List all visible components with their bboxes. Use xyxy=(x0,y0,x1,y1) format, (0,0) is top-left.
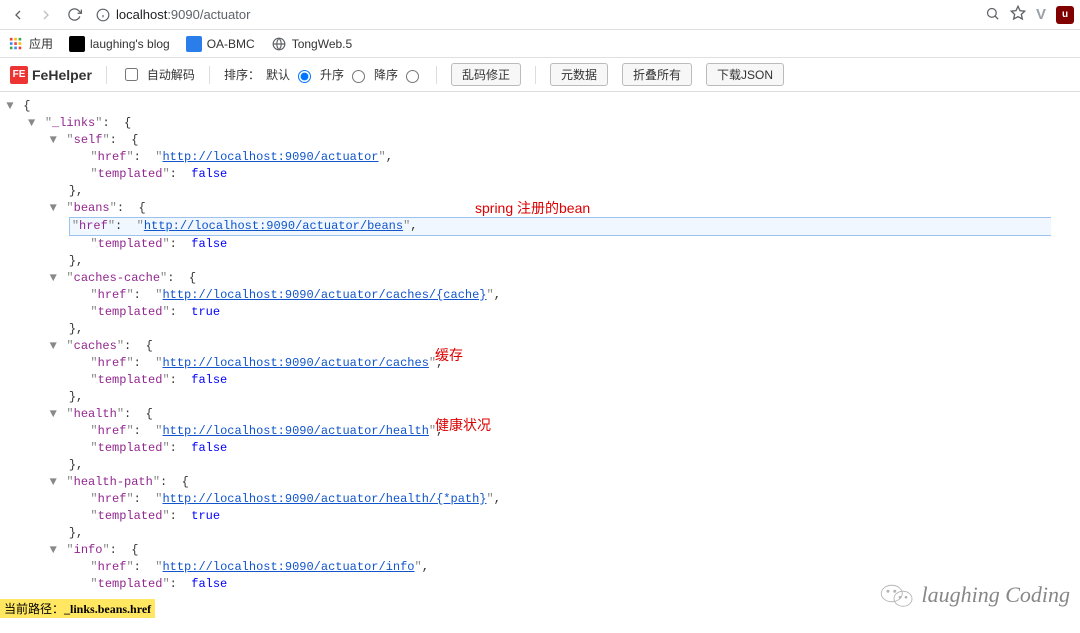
zoom-icon[interactable] xyxy=(985,6,1000,24)
sort-label: 排序： xyxy=(224,66,260,83)
bookmark-label: OA-BMC xyxy=(207,37,255,51)
json-key: href xyxy=(98,424,127,438)
caret-icon[interactable]: ▼ xyxy=(47,338,59,355)
fix-encoding-button[interactable]: 乱码修正 xyxy=(451,63,521,86)
bookmark-item[interactable]: OA-BMC xyxy=(186,36,255,52)
json-key: href xyxy=(98,288,127,302)
ublock-icon[interactable]: u xyxy=(1056,6,1074,24)
sort-desc-radio[interactable]: 降序 xyxy=(374,66,422,83)
json-link[interactable]: http://localhost:9090/actuator/health/{*… xyxy=(162,492,486,506)
reload-button[interactable] xyxy=(62,3,86,27)
json-key: href xyxy=(98,150,127,164)
json-key: templated xyxy=(98,237,163,251)
json-bool: false xyxy=(191,237,227,251)
json-key: templated xyxy=(98,167,163,181)
json-key: templated xyxy=(98,373,163,387)
apps-button[interactable]: 应用 xyxy=(8,35,53,52)
path-label: 当前路径： xyxy=(4,602,64,616)
extension-v-icon[interactable]: V xyxy=(1036,6,1046,23)
json-link[interactable]: http://localhost:9090/actuator xyxy=(162,150,378,164)
json-key: templated xyxy=(98,305,163,319)
json-key: templated xyxy=(98,577,163,591)
caret-icon[interactable]: ▼ xyxy=(47,474,59,491)
json-key: templated xyxy=(98,441,163,455)
bookmark-item[interactable]: TongWeb.5 xyxy=(271,36,353,52)
path-value: _links.beans.href xyxy=(64,602,151,616)
annotation-health: 健康状况 xyxy=(435,417,491,434)
caret-icon[interactable]: ▼ xyxy=(47,200,59,217)
annotation-caches: 缓存 xyxy=(435,347,463,364)
auto-decode-label: 自动解码 xyxy=(147,66,195,83)
json-key: href xyxy=(98,356,127,370)
json-link[interactable]: http://localhost:9090/actuator/beans xyxy=(144,219,403,233)
json-bool: true xyxy=(191,305,220,319)
caret-icon[interactable]: ▼ xyxy=(47,270,59,287)
back-button[interactable] xyxy=(6,3,30,27)
fehelper-badge-icon: FE xyxy=(10,66,28,84)
caret-icon[interactable]: ▼ xyxy=(47,132,59,149)
json-key: templated xyxy=(98,509,163,523)
url-host: localhost xyxy=(116,7,167,22)
sort-default-radio[interactable]: 默认 xyxy=(266,66,314,83)
json-key: beans xyxy=(74,201,110,215)
json-bool: false xyxy=(191,167,227,181)
caret-icon[interactable]: ▼ xyxy=(47,542,59,559)
bookmark-label: TongWeb.5 xyxy=(292,37,353,51)
bookmark-favicon xyxy=(186,36,202,52)
metadata-button[interactable]: 元数据 xyxy=(550,63,608,86)
caret-icon[interactable]: ▼ xyxy=(4,98,16,115)
bookmarks-bar: 应用 laughing's blog OA-BMC TongWeb.5 xyxy=(0,30,1080,58)
json-viewer: ▼ { ▼ "_links": { ▼ "self": { "href": "h… xyxy=(0,92,1080,633)
download-json-button[interactable]: 下载JSON xyxy=(706,63,784,86)
json-link[interactable]: http://localhost:9090/actuator/caches/{c… xyxy=(162,288,486,302)
json-key: caches-cache xyxy=(74,271,160,285)
bookmark-star-icon[interactable] xyxy=(1010,5,1026,24)
json-bool: false xyxy=(191,373,227,387)
bookmark-favicon xyxy=(69,36,85,52)
annotation-beans: spring 注册的bean xyxy=(475,200,590,217)
site-info-icon[interactable] xyxy=(96,8,110,22)
json-bool: false xyxy=(191,577,227,591)
json-key: info xyxy=(74,543,103,557)
forward-button[interactable] xyxy=(34,3,58,27)
current-path-indicator: 当前路径：_links.beans.href xyxy=(0,599,155,618)
json-key: self xyxy=(74,133,103,147)
fehelper-toolbar: FE FeHelper 自动解码 排序： 默认 升序 降序 乱码修正 元数据 折… xyxy=(0,58,1080,92)
json-link[interactable]: http://localhost:9090/actuator/health xyxy=(162,424,428,438)
json-link[interactable]: http://localhost:9090/actuator/info xyxy=(162,560,414,574)
address-bar[interactable]: localhost:9090/actuator xyxy=(90,3,981,27)
json-link[interactable]: http://localhost:9090/actuator/caches xyxy=(162,356,428,370)
fehelper-logo: FE FeHelper xyxy=(10,66,92,84)
json-bool: false xyxy=(191,441,227,455)
json-key: caches xyxy=(74,339,117,353)
json-key: health xyxy=(74,407,117,421)
json-key: href xyxy=(98,560,127,574)
json-key: href xyxy=(79,219,108,233)
json-bool: true xyxy=(191,509,220,523)
caret-icon[interactable]: ▼ xyxy=(26,115,38,132)
sort-group: 排序： 默认 升序 降序 xyxy=(224,66,422,83)
json-key: _links xyxy=(52,116,95,130)
sort-asc-radio[interactable]: 升序 xyxy=(320,66,368,83)
json-key: health-path xyxy=(74,475,153,489)
caret-icon[interactable]: ▼ xyxy=(47,406,59,423)
bookmark-label: laughing's blog xyxy=(90,37,170,51)
browser-nav-bar: localhost:9090/actuator V u xyxy=(0,0,1080,30)
globe-icon xyxy=(271,36,287,52)
auto-decode-checkbox[interactable]: 自动解码 xyxy=(121,65,195,84)
bookmark-item[interactable]: laughing's blog xyxy=(69,36,170,52)
apps-label: 应用 xyxy=(29,35,53,52)
json-key: href xyxy=(98,492,127,506)
auto-decode-input[interactable] xyxy=(125,68,138,81)
fehelper-brand: FeHelper xyxy=(32,67,92,83)
apps-icon xyxy=(8,36,24,52)
collapse-all-button[interactable]: 折叠所有 xyxy=(622,63,692,86)
highlighted-row[interactable]: "href": "http://localhost:9090/actuator/… xyxy=(69,217,1051,236)
url-path: :9090/actuator xyxy=(167,7,250,22)
